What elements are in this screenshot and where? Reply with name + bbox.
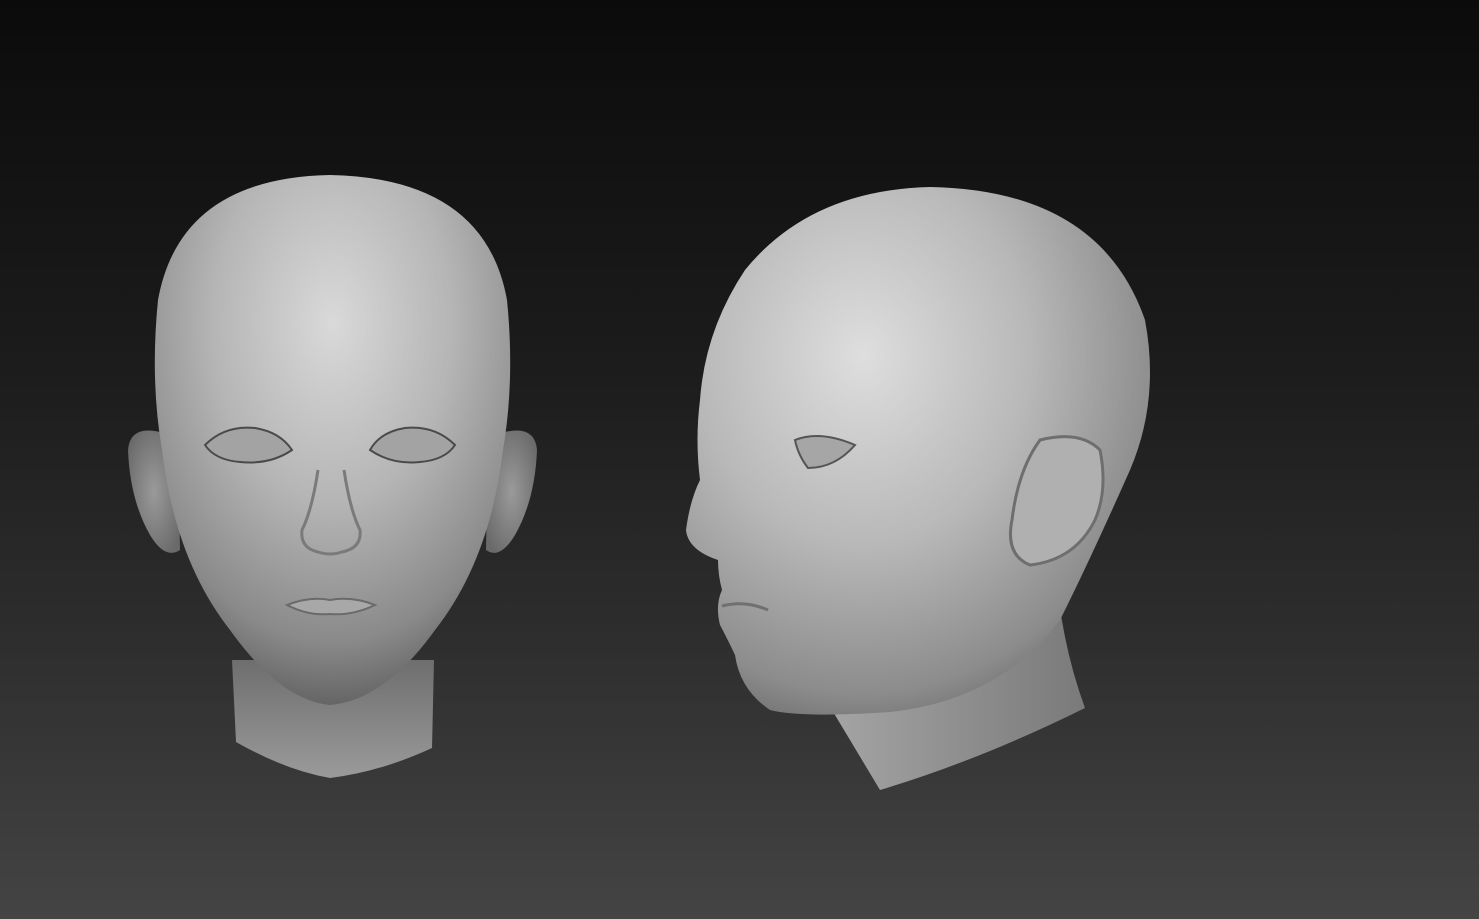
scene-render: [128, 175, 1150, 790]
side-head-model: [686, 187, 1150, 790]
front-head-shape: [154, 175, 511, 705]
sculpt-viewport[interactable]: [0, 0, 1479, 919]
front-head-model: [128, 175, 537, 778]
